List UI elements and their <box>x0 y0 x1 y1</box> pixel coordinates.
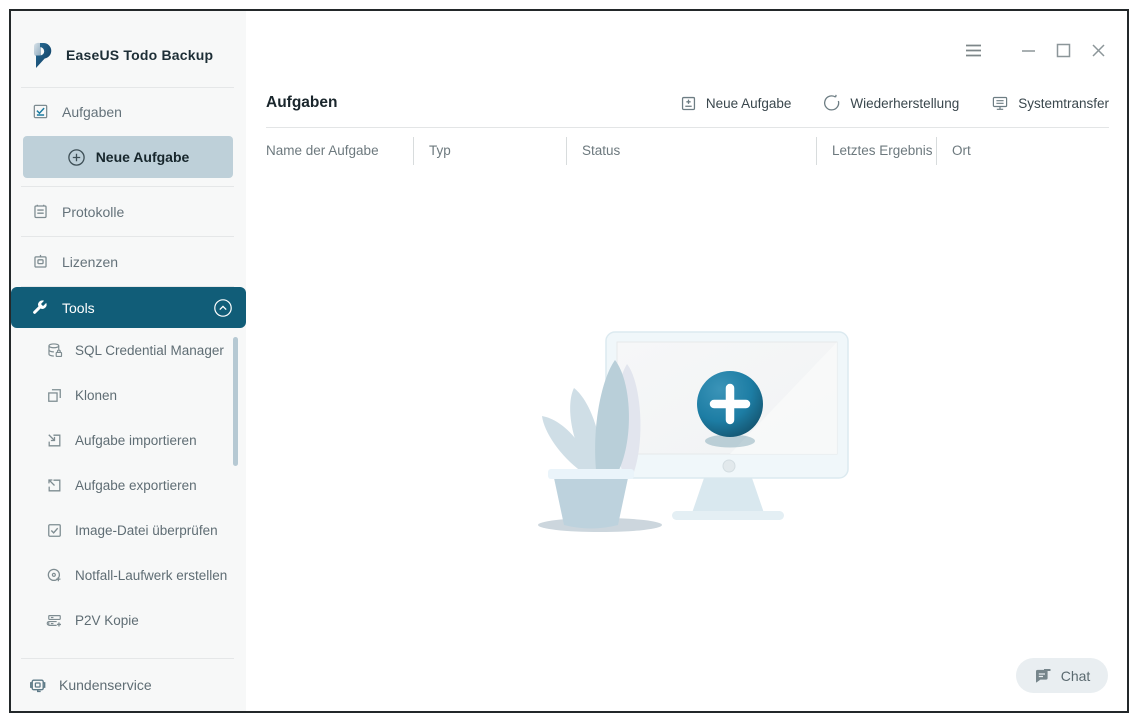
chat-button[interactable]: Chat <box>1016 658 1108 693</box>
sidebar-item-label: Protokolle <box>62 204 124 220</box>
sidebar-item-p2v-kopie[interactable]: P2V Kopie <box>11 598 246 643</box>
wrench-icon <box>31 299 49 317</box>
check-square-icon <box>46 522 63 539</box>
sidebar: EaseUS Todo Backup Aufgaben Neue Aufgabe <box>11 11 246 711</box>
sidebar-scrollbar-thumb[interactable] <box>233 337 238 466</box>
license-icon <box>31 253 49 271</box>
page-header: Aufgaben Neue Aufgabe <box>266 83 1109 123</box>
sidebar-item-aufgabe-exportieren[interactable]: Aufgabe exportieren <box>11 463 246 508</box>
easeus-logo-icon <box>28 41 55 70</box>
database-lock-icon <box>46 342 63 359</box>
app-window: EaseUS Todo Backup Aufgaben Neue Aufgabe <box>9 9 1129 713</box>
export-icon <box>46 477 63 494</box>
table-header: Name der Aufgabe Typ Status Letztes Erge… <box>266 127 1109 173</box>
disc-plus-icon <box>46 567 63 584</box>
column-header-letztes-ergebnis[interactable]: Letztes Ergebnis <box>816 137 936 165</box>
page-title: Aufgaben <box>266 94 337 112</box>
monitor-graphic <box>606 332 848 520</box>
sub-item-label: Notfall-Laufwerk erstellen <box>75 568 227 583</box>
import-icon <box>46 432 63 449</box>
sub-item-label: P2V Kopie <box>75 613 139 628</box>
sub-item-label: Aufgabe exportieren <box>75 478 197 493</box>
sidebar-item-protokolle[interactable]: Protokolle <box>11 187 246 236</box>
app-logo-row: EaseUS Todo Backup <box>11 11 246 75</box>
sidebar-item-notfall-laufwerk-erstellen[interactable]: Notfall-Laufwerk erstellen <box>11 553 246 598</box>
sidebar-item-aufgaben[interactable]: Aufgaben <box>11 88 246 135</box>
empty-state-illustration <box>500 320 880 550</box>
clone-icon <box>46 387 63 404</box>
sidebar-item-lizenzen[interactable]: Lizenzen <box>11 237 246 286</box>
server-plus-icon <box>46 612 63 629</box>
header-actions: Neue Aufgabe Wiederherstellung <box>680 94 1109 112</box>
headset-icon <box>28 676 47 695</box>
sub-item-label: Image-Datei überprüfen <box>75 523 218 538</box>
window-controls <box>964 41 1107 59</box>
sidebar-new-task-button[interactable]: Neue Aufgabe <box>23 136 233 178</box>
sidebar-item-sql-credential-manager[interactable]: SQL Credential Manager <box>11 328 246 373</box>
logs-icon <box>31 203 49 221</box>
sub-item-label: Klonen <box>75 388 117 403</box>
column-header-ort[interactable]: Ort <box>936 137 1109 165</box>
restore-icon <box>823 94 841 112</box>
sidebar-item-kundenservice[interactable]: Kundenservice <box>11 659 246 711</box>
app-title: EaseUS Todo Backup <box>66 47 213 63</box>
sidebar-item-aufgabe-importieren[interactable]: Aufgabe importieren <box>11 418 246 463</box>
sidebar-item-tools[interactable]: Tools <box>11 287 246 328</box>
action-label: Wiederherstellung <box>850 96 959 111</box>
column-header-status[interactable]: Status <box>566 137 816 165</box>
sub-item-label: SQL Credential Manager <box>75 343 224 358</box>
chat-bubble-icon <box>1034 667 1053 685</box>
add-task-icon <box>680 95 697 112</box>
action-label: Neue Aufgabe <box>706 96 792 111</box>
sidebar-item-label: Tools <box>62 300 95 316</box>
plus-circle-icon <box>67 148 86 167</box>
new-task-label: Neue Aufgabe <box>96 149 190 165</box>
close-icon[interactable] <box>1089 41 1107 59</box>
action-label: Systemtransfer <box>1018 96 1109 111</box>
menu-icon[interactable] <box>964 41 982 59</box>
column-header-name[interactable]: Name der Aufgabe <box>266 137 413 165</box>
sidebar-item-label: Lizenzen <box>62 254 118 270</box>
chevron-up-circle-icon[interactable] <box>213 298 233 318</box>
main-content: Aufgaben Neue Aufgabe <box>246 11 1127 711</box>
system-transfer-button[interactable]: Systemtransfer <box>991 95 1109 112</box>
tasks-icon <box>31 103 49 121</box>
minimize-icon[interactable] <box>1019 41 1037 59</box>
sidebar-item-image-datei-ueberpruefen[interactable]: Image-Datei überprüfen <box>11 508 246 553</box>
sidebar-item-klonen[interactable]: Klonen <box>11 373 246 418</box>
monitor-transfer-icon <box>991 95 1009 112</box>
chat-label: Chat <box>1061 668 1091 684</box>
sub-item-label: Aufgabe importieren <box>75 433 197 448</box>
new-task-button[interactable]: Neue Aufgabe <box>680 95 792 112</box>
sidebar-item-label: Kundenservice <box>59 677 152 693</box>
sidebar-item-label: Aufgaben <box>62 104 122 120</box>
restore-button[interactable]: Wiederherstellung <box>823 94 959 112</box>
column-header-typ[interactable]: Typ <box>413 137 566 165</box>
maximize-icon[interactable] <box>1054 41 1072 59</box>
